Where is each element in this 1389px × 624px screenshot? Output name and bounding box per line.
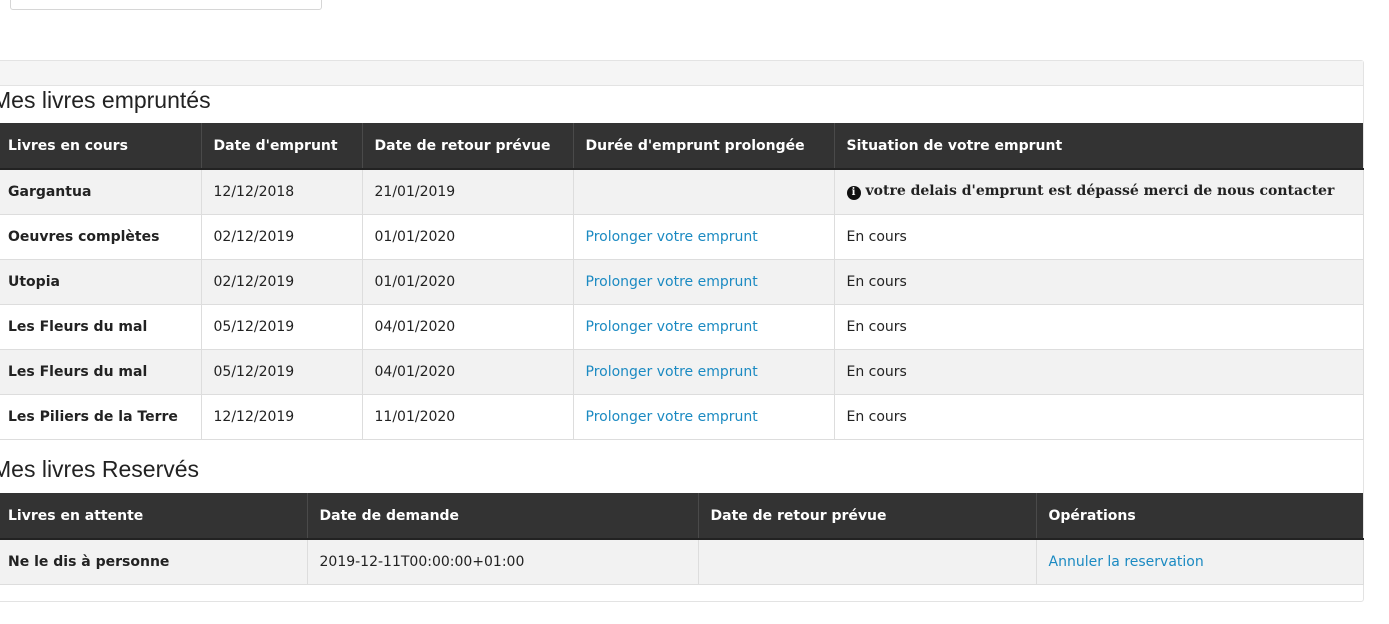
request-date: 2019-12-11T00:00:00+01:00 bbox=[307, 539, 699, 585]
header-book: Livres en cours bbox=[0, 123, 202, 170]
table-row: Ne le dis à personne 2019-12-11T00:00:00… bbox=[0, 539, 1364, 585]
book-title: Ne le dis à personne bbox=[0, 539, 308, 585]
borrow-date: 05/12/2019 bbox=[201, 349, 363, 395]
return-date: 04/01/2020 bbox=[362, 349, 574, 395]
extend-loan-link[interactable]: Prolonger votre emprunt bbox=[586, 319, 758, 335]
table-row: Oeuvres complètes 02/12/2019 01/01/2020 … bbox=[0, 214, 1364, 260]
borrow-date: 02/12/2019 bbox=[201, 259, 363, 305]
book-title: Gargantua bbox=[0, 169, 202, 215]
table-row: Utopia 02/12/2019 01/01/2020 Prolonger v… bbox=[0, 259, 1364, 305]
table-header-row: Livres en attente Date de demande Date d… bbox=[0, 493, 1363, 540]
cancel-reservation-link[interactable]: Annuler la reservation bbox=[1049, 554, 1204, 570]
extend-loan-link[interactable]: Prolonger votre emprunt bbox=[586, 274, 758, 290]
table-row: Gargantua 12/12/2018 21/01/2019 i votre d… bbox=[0, 169, 1364, 215]
table-row: Les Fleurs du mal 05/12/2019 04/01/2020 … bbox=[0, 304, 1364, 350]
reserved-section-title: Mes livres Reservés bbox=[0, 456, 200, 482]
borrow-date: 12/12/2018 bbox=[201, 169, 363, 215]
status-cell: En cours bbox=[834, 214, 1364, 260]
extend-loan-link[interactable]: Prolonger votre emprunt bbox=[586, 364, 758, 380]
status-cell: En cours bbox=[834, 259, 1364, 305]
table-header-row: Livres en cours Date d'emprunt Date de r… bbox=[0, 123, 1363, 170]
borrowed-books-table: Livres en cours Date d'emprunt Date de r… bbox=[0, 123, 1364, 440]
return-date: 04/01/2020 bbox=[362, 304, 574, 350]
header-operations: Opérations bbox=[1036, 493, 1363, 540]
header-status: Situation de votre emprunt bbox=[834, 123, 1363, 170]
extend-loan-link[interactable]: Prolonger votre emprunt bbox=[586, 229, 758, 245]
book-title: Les Fleurs du mal bbox=[0, 349, 202, 395]
extend-cell: Prolonger votre emprunt bbox=[573, 259, 835, 305]
status-cell: i votre delais d'emprunt est dépassé merc… bbox=[834, 169, 1364, 215]
panel-heading bbox=[0, 61, 1363, 86]
header-return-date: Date de retour prévue bbox=[362, 123, 574, 170]
table-row: Les Fleurs du mal 05/12/2019 04/01/2020 … bbox=[0, 349, 1364, 395]
extend-cell: Prolonger votre emprunt bbox=[573, 394, 835, 440]
extend-cell bbox=[573, 169, 835, 215]
borrow-date: 02/12/2019 bbox=[201, 214, 363, 260]
operations-cell: Annuler la reservation bbox=[1036, 539, 1364, 585]
borrowed-section-title: Mes livres empruntés bbox=[0, 87, 211, 113]
status-cell: En cours bbox=[834, 304, 1364, 350]
extend-loan-link[interactable]: Prolonger votre emprunt bbox=[586, 409, 758, 425]
overdue-warning: votre delais d'emprunt est dépassé merci… bbox=[865, 183, 1335, 200]
header-extension: Durée d'emprunt prolongée bbox=[573, 123, 835, 170]
return-date: 01/01/2020 bbox=[362, 214, 574, 260]
info-circle-icon: i bbox=[846, 186, 861, 201]
book-title: Les Fleurs du mal bbox=[0, 304, 202, 350]
book-title: Utopia bbox=[0, 259, 202, 305]
header-request-date: Date de demande bbox=[307, 493, 699, 540]
header-return-date: Date de retour prévue bbox=[698, 493, 1037, 540]
table-row: Les Piliers de la Terre 12/12/2019 11/01… bbox=[0, 394, 1364, 440]
extend-cell: Prolonger votre emprunt bbox=[573, 304, 835, 350]
return-date: 01/01/2020 bbox=[362, 259, 574, 305]
borrow-date: 12/12/2019 bbox=[201, 394, 363, 440]
search-input[interactable] bbox=[10, 0, 322, 10]
book-title: Oeuvres complètes bbox=[0, 214, 202, 260]
reserved-books-table: Livres en attente Date de demande Date d… bbox=[0, 493, 1364, 585]
extend-cell: Prolonger votre emprunt bbox=[573, 349, 835, 395]
header-borrow-date: Date d'emprunt bbox=[201, 123, 363, 170]
return-date bbox=[698, 539, 1037, 585]
header-book: Livres en attente bbox=[0, 493, 308, 540]
status-cell: En cours bbox=[834, 349, 1364, 395]
return-date: 11/01/2020 bbox=[362, 394, 574, 440]
return-date: 21/01/2019 bbox=[362, 169, 574, 215]
extend-cell: Prolonger votre emprunt bbox=[573, 214, 835, 260]
borrow-date: 05/12/2019 bbox=[201, 304, 363, 350]
status-cell: En cours bbox=[834, 394, 1364, 440]
book-title: Les Piliers de la Terre bbox=[0, 394, 202, 440]
